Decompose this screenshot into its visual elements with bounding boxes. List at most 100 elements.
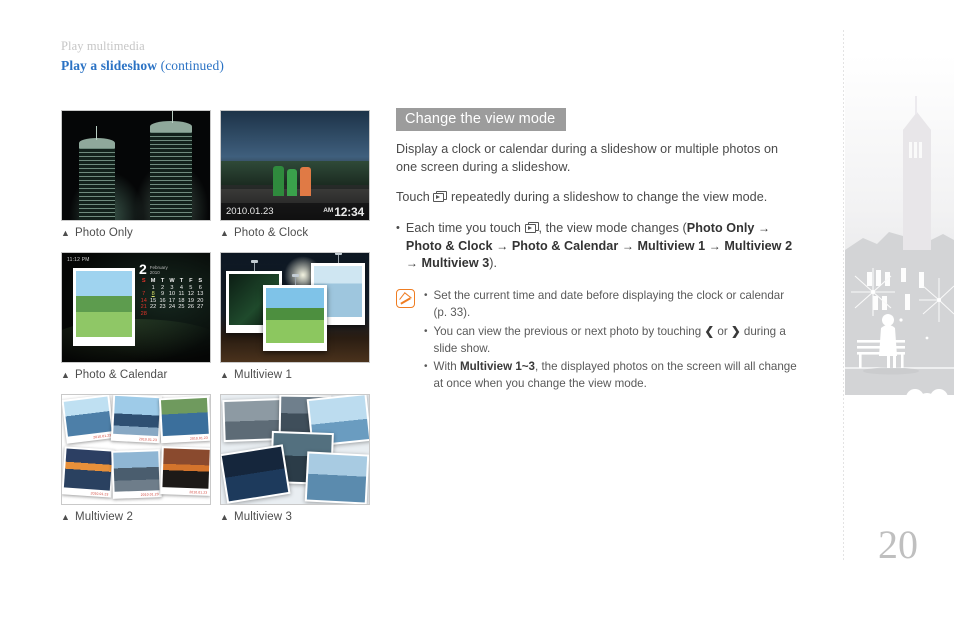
polaroid-photo [113,451,160,492]
calendar-date-cell: 16 [159,297,166,304]
clock-ampm: AM [323,206,334,214]
mode-photo-only: Photo Only [686,220,755,235]
calendar-date-cell: 4 [179,284,183,291]
scatter-photo-image [221,446,289,502]
calendar-date-cell: 26 [187,304,194,310]
polaroid-photo [113,395,161,437]
calendar-date-cell: 21 [140,304,147,310]
section-intro-paragraph: Display a clock or calendar during a sli… [396,142,779,174]
touch-instruction-post: repeatedly during a slideshow to change … [450,189,768,204]
mode-photo-calendar: Photo & Calendar [511,238,619,253]
polaroid-date: 2010.01.23 [93,433,112,440]
calendar-day-header: T [179,278,184,284]
note-box: • Set the current time and date before d… [396,288,800,395]
thumbnail-photo-only [61,110,211,221]
calendar-date-cell: 7 [142,291,146,297]
calendar-date-cell: 23 [159,304,166,310]
clock-date: 2010.01.23 [226,206,274,217]
polaroid-date: 2010.01.23 [189,435,209,441]
calendar-day-header: M [150,278,156,284]
hanging-frame-center [263,274,327,351]
figure-photo-and-clock: 2010.01.23 AM12:34 ▲ Photo & Clock [220,110,370,239]
tower-right-cap [150,121,192,132]
touch-instruction-pre: Touch [396,189,430,204]
sequence-close: ). [489,256,498,271]
scatter-photo-image [306,453,368,503]
figure-photo-only: ▲ Photo Only [61,110,211,239]
note-item-3-text: With Multiview 1~3, the displayed photos… [434,359,800,393]
calendar-date-cell: 22 [150,304,157,310]
flower-shape [895,389,953,512]
caption-triangle-icon: ▲ [61,369,71,380]
bullet-dot-icon: • [396,221,400,234]
frame-photo-center [266,288,324,343]
calendar-date-cell: 10 [168,291,176,297]
polaroid-photo [160,397,209,437]
frame-hook-icon [335,253,342,263]
bullet-dot-icon: • [424,325,428,337]
view-mode-icon-play [527,226,532,231]
caption-label: Photo & Calendar [75,369,168,381]
page-header: Play multimedia Play a slideshow (contin… [61,39,224,74]
note-pencil-icon [396,289,415,309]
polaroid-date: 2010.01.23 [140,492,159,497]
caption-label: Multiview 1 [234,369,292,381]
sequence-arrow: → [405,256,418,271]
caption-label: Multiview 3 [234,511,292,523]
calendar-date-cell: 18 [178,297,185,304]
view-mode-icon [524,221,539,233]
bullet-dot-icon: • [424,290,428,302]
content-column: Change the view mode Display a clock or … [396,108,800,395]
thumbnail-multiview-3 [220,394,370,505]
figure-multiview-1: ▲ Multiview 1 [220,252,370,381]
polaroid-photo [63,396,112,437]
calendar-date-cell: 9 [161,291,165,297]
polaroid-photo [63,448,113,491]
view-mode-sequence-bullet: • Each time you touch , the view mode ch… [396,220,800,274]
polaroid-6: 2010.01.23 [160,446,210,496]
caption-triangle-icon: ▲ [220,227,230,238]
note-2-pre: You can view the previous or next photo … [433,324,702,338]
caption-triangle-icon: ▲ [61,227,71,238]
person-shape-1 [273,166,284,197]
figure-caption: ▲ Photo & Clock [220,227,370,239]
tower-left-shape [79,144,115,220]
person-shape-3 [300,167,311,197]
calendar-date-cell: 15 [150,297,157,304]
calendar-photo-frame [73,268,135,346]
clock-time-group: AM12:34 [323,205,364,219]
polaroid-2: 2010.01.23 [110,395,163,444]
rail-divider [843,30,844,560]
calendar-photo-image [76,271,132,337]
note-item-2-text: You can view the previous or next photo … [434,324,800,358]
tower-left-spire [96,126,97,140]
page-title: Play a slideshow (continued) [61,58,224,74]
scatter-photo-6 [304,451,369,504]
polaroid-date: 2010.01.23 [189,490,208,495]
calendar-month-year: February 2010 [150,265,168,276]
figure-caption: ▲ Multiview 2 [61,511,211,523]
page-title-continued: (continued) [160,58,224,73]
bullet-dot-icon: • [424,361,428,373]
figure-row-1: ▲ Photo Only 2010.01.23 AM12:34 ▲ Photo … [61,110,373,239]
section-heading-bar: Change the view mode [396,108,567,131]
calendar-date-cell: 13 [197,291,204,297]
sequence-arrow: → [708,238,721,253]
polaroid-date: 2010.01.23 [90,491,109,497]
sequence-arrow: → [758,220,771,235]
figure-photo-and-calendar: 11:12 PM 2 February 2010 S M T W T F S 1… [61,252,211,381]
decorative-rail: 20 [843,0,954,630]
calendar-day-header: W [169,278,175,284]
note-3-bold: Multiview 1~3 [459,360,536,374]
caption-label: Photo & Clock [234,227,309,239]
calendar-date-cell: 17 [168,297,176,304]
page-number: 20 [878,522,918,567]
thumbnail-photo-and-clock: 2010.01.23 AM12:34 [220,110,370,221]
calendar-date-cell: 20 [197,297,204,304]
scatter-photo-5 [221,444,291,504]
polaroid-5: 2010.01.23 [111,449,162,499]
polaroid-photo [162,448,210,489]
calendar-date-cell: 1 [151,284,155,291]
caption-triangle-icon: ▲ [220,511,230,522]
calendar-day-header: T [160,278,165,284]
